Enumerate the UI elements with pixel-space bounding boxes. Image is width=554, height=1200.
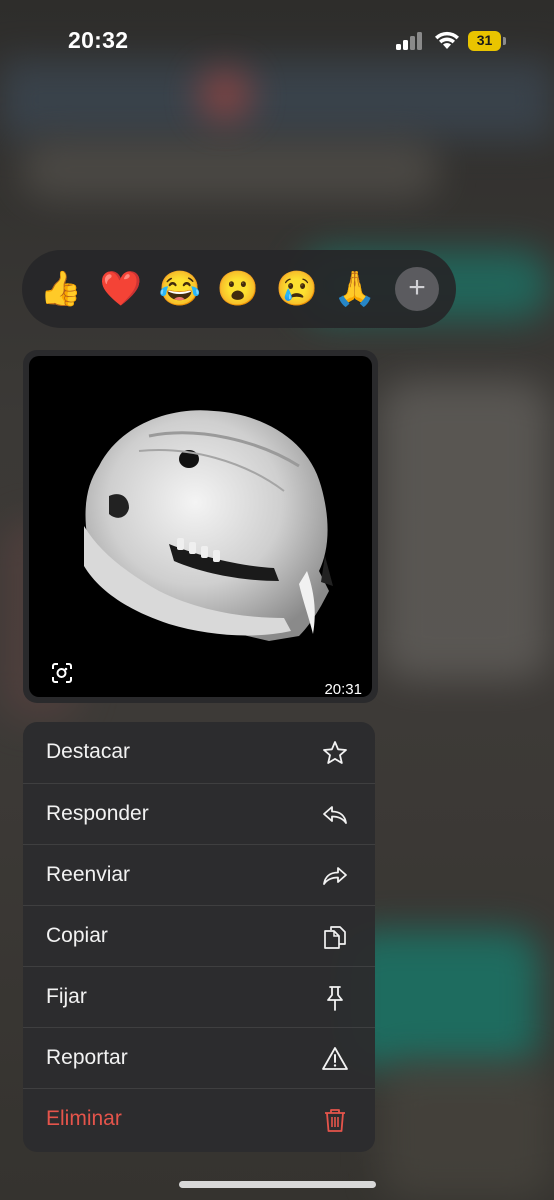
more-reactions-button[interactable]: + — [395, 267, 439, 311]
menu-item-fijar[interactable]: Fijar — [23, 966, 375, 1028]
menu-item-reportar[interactable]: Reportar — [23, 1027, 375, 1089]
message-timestamp: 20:31 — [324, 681, 362, 697]
skull-photo[interactable]: 20:31 — [29, 356, 372, 697]
menu-item-destacar[interactable]: Destacar — [23, 722, 375, 783]
copy-icon — [324, 926, 346, 949]
reaction-bar: 👍 ❤️ 😂 😮 😢 🙏 + — [22, 250, 456, 328]
context-menu: Destacar Responder Reenviar Copiar Fijar… — [23, 722, 375, 1152]
menu-item-label: Destacar — [46, 740, 131, 763]
forward-icon — [323, 867, 347, 885]
pin-icon — [327, 986, 343, 1011]
menu-item-label: Fijar — [46, 985, 87, 1008]
reaction-thumbs-up[interactable]: 👍 — [39, 267, 83, 311]
menu-item-reenviar[interactable]: Reenviar — [23, 844, 375, 906]
menu-item-responder[interactable]: Responder — [23, 783, 375, 845]
reaction-heart[interactable]: ❤️ — [99, 267, 143, 311]
status-bar: 20:32 31 — [0, 0, 554, 82]
menu-item-label: Reportar — [46, 1046, 128, 1069]
warning-icon — [322, 1047, 348, 1070]
cellular-signal-icon — [396, 32, 426, 50]
menu-item-copiar[interactable]: Copiar — [23, 905, 375, 967]
lens-scan-icon[interactable] — [51, 662, 73, 684]
battery-indicator: 31 — [468, 31, 506, 51]
image-message-bubble[interactable]: 20:31 — [23, 350, 378, 703]
skull-render — [84, 410, 333, 641]
status-time: 20:32 — [68, 27, 129, 53]
reaction-pray[interactable]: 🙏 — [333, 267, 377, 311]
reaction-surprised[interactable]: 😮 — [216, 267, 260, 311]
menu-item-label: Copiar — [46, 924, 108, 947]
wifi-icon — [435, 31, 459, 49]
star-icon — [323, 741, 347, 764]
menu-item-label: Reenviar — [46, 863, 131, 886]
reaction-crying[interactable]: 😢 — [275, 267, 319, 311]
menu-item-label: Eliminar — [46, 1107, 122, 1130]
reply-icon — [323, 806, 347, 824]
battery-level: 31 — [476, 32, 493, 48]
home-indicator[interactable] — [179, 1181, 376, 1188]
menu-item-eliminar[interactable]: Eliminar — [23, 1088, 375, 1150]
reaction-laughing[interactable]: 😂 — [158, 267, 202, 311]
menu-item-label: Responder — [46, 802, 149, 825]
trash-icon — [325, 1109, 345, 1132]
